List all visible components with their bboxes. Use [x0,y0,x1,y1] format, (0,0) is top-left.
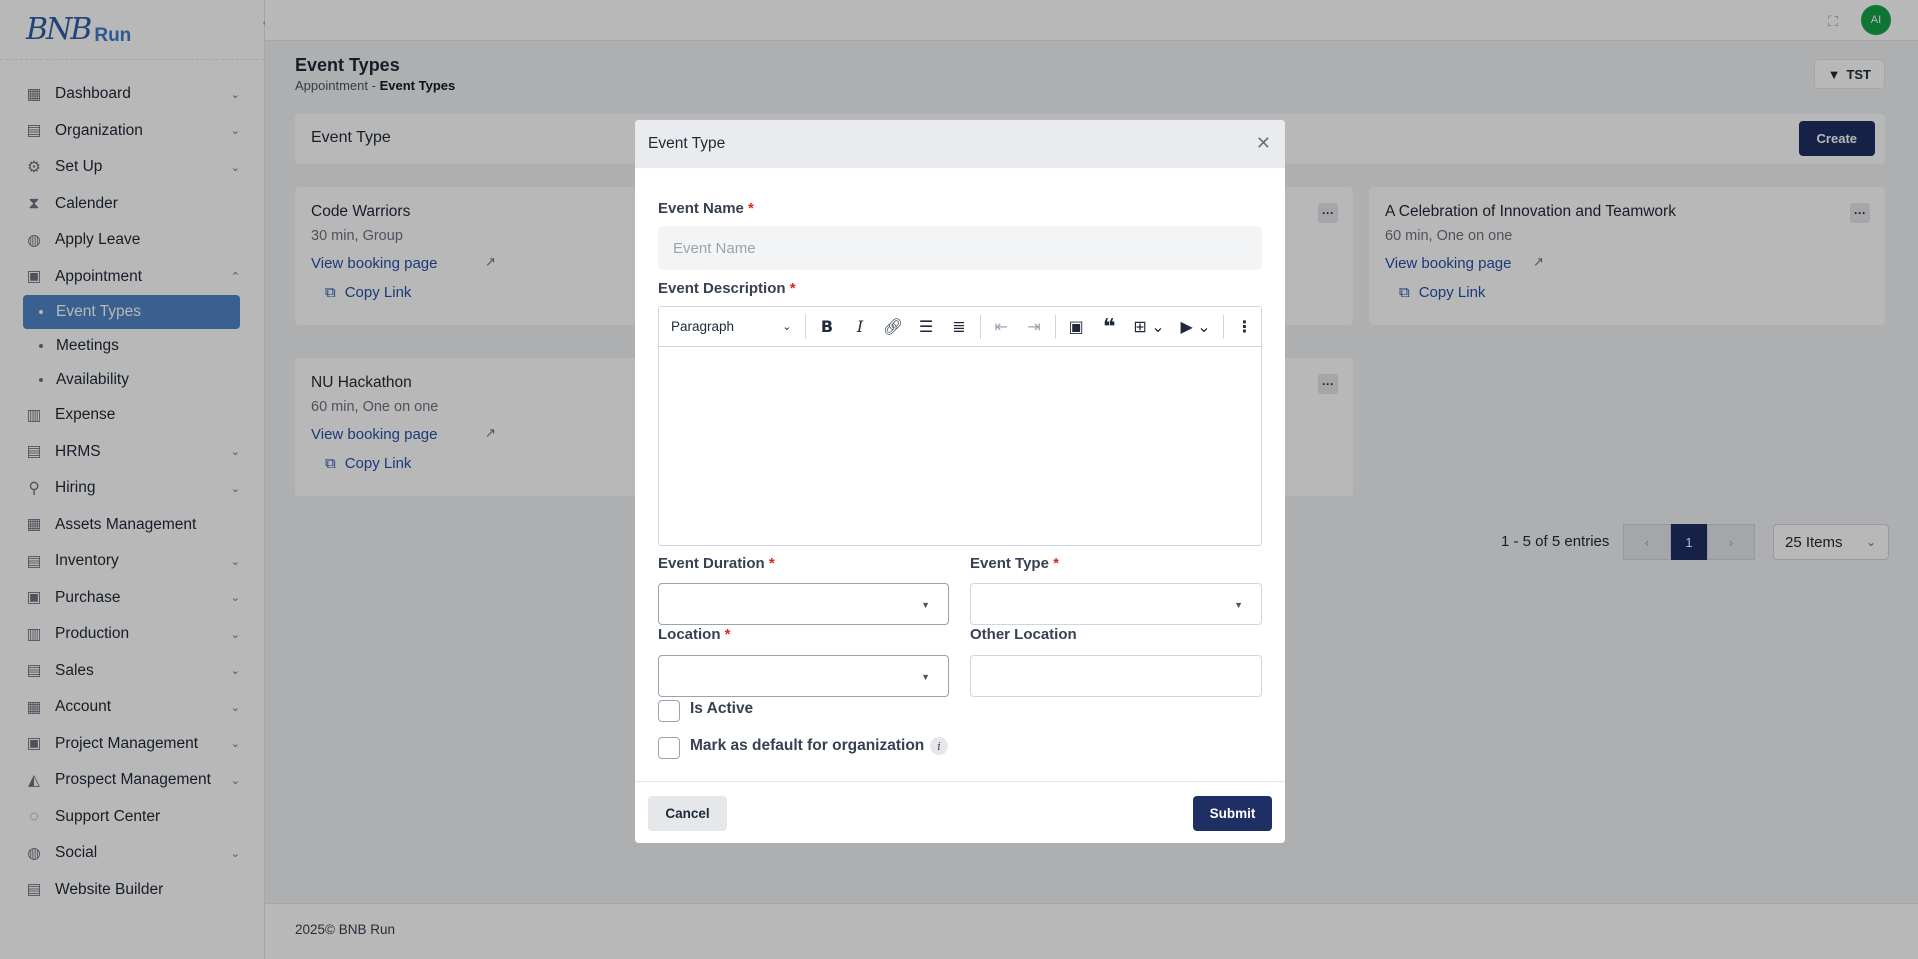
required-mark: * [789,280,796,297]
toolbar-divider [1222,314,1224,339]
event-type-modal: Event Type ✕ Event Name * Event Descript… [635,120,1285,843]
caret-down-icon: ▼ [921,600,930,610]
default-organization-label: Mark as default for organization [690,737,925,754]
required-mark: * [748,200,754,217]
event-name-input[interactable] [658,226,1262,270]
description-editor: Paragraph ⌄ B I 🔗︎ ☰ ≣ ⇤ ⇥ ▣ ❝ ⊞ ⌄ ▶ ⌄ ⋮ [658,306,1262,546]
blockquote-icon[interactable]: ❝ [1093,312,1126,342]
event-name-label-text: Event Name [658,200,744,217]
default-organization-checkbox[interactable] [658,737,680,759]
modal-header: Event Type [635,120,1285,168]
table-icon[interactable]: ⊞ ⌄ [1126,312,1173,342]
close-icon[interactable]: ✕ [1256,133,1271,154]
indent-icon[interactable]: ⇥ [1018,312,1051,342]
editor-toolbar: Paragraph ⌄ B I 🔗︎ ☰ ≣ ⇤ ⇥ ▣ ❝ ⊞ ⌄ ▶ ⌄ ⋮ [659,307,1261,347]
event-duration-select[interactable]: ▼ [658,583,949,625]
media-icon[interactable]: ▶ ⌄ [1172,312,1219,342]
toolbar-divider [979,314,981,339]
cancel-button[interactable]: Cancel [648,796,727,831]
bold-icon[interactable]: B [810,312,843,342]
caret-down-icon: ▼ [1234,600,1243,610]
is-active-checkbox[interactable] [658,700,680,722]
location-label: Location * [658,626,731,643]
info-icon[interactable]: i [930,737,948,755]
caret-down-icon: ▼ [921,672,930,682]
other-location-label: Other Location [970,626,1077,643]
modal-footer: Cancel Submit [635,781,1285,843]
event-description-label-text: Event Description [658,280,786,297]
event-name-label: Event Name * [658,200,754,217]
modal-title: Event Type [648,135,726,152]
other-location-input[interactable] [970,655,1262,697]
event-description-label: Event Description * [658,280,796,297]
location-label-text: Location [658,626,721,643]
event-type-select[interactable]: ▼ [970,583,1262,625]
event-type-label-text: Event Type [970,555,1049,572]
event-duration-label: Event Duration * [658,555,775,572]
link-icon[interactable]: 🔗︎ [877,312,910,342]
event-duration-label-text: Event Duration [658,555,765,572]
chevron-down-icon: ⌄ [782,321,792,333]
paragraph-style-value: Paragraph [671,319,735,334]
outdent-icon[interactable]: ⇤ [985,312,1018,342]
more-options-icon[interactable]: ⋮ [1228,312,1261,342]
numbered-list-icon[interactable]: ≣ [943,312,976,342]
bulleted-list-icon[interactable]: ☰ [910,312,943,342]
toolbar-divider [1054,314,1056,339]
paragraph-style-dropdown[interactable]: Paragraph ⌄ [665,319,801,334]
description-editor-body[interactable] [659,347,1261,545]
image-icon[interactable]: ▣ [1060,312,1093,342]
required-mark: * [724,626,731,643]
required-mark: * [1053,555,1059,572]
required-mark: * [768,555,775,572]
location-select[interactable]: ▼ [658,655,949,697]
submit-button[interactable]: Submit [1193,796,1272,831]
event-type-label: Event Type * [970,555,1059,572]
italic-icon[interactable]: I [843,312,876,342]
is-active-label: Is Active [690,700,754,717]
toolbar-divider [805,314,807,339]
